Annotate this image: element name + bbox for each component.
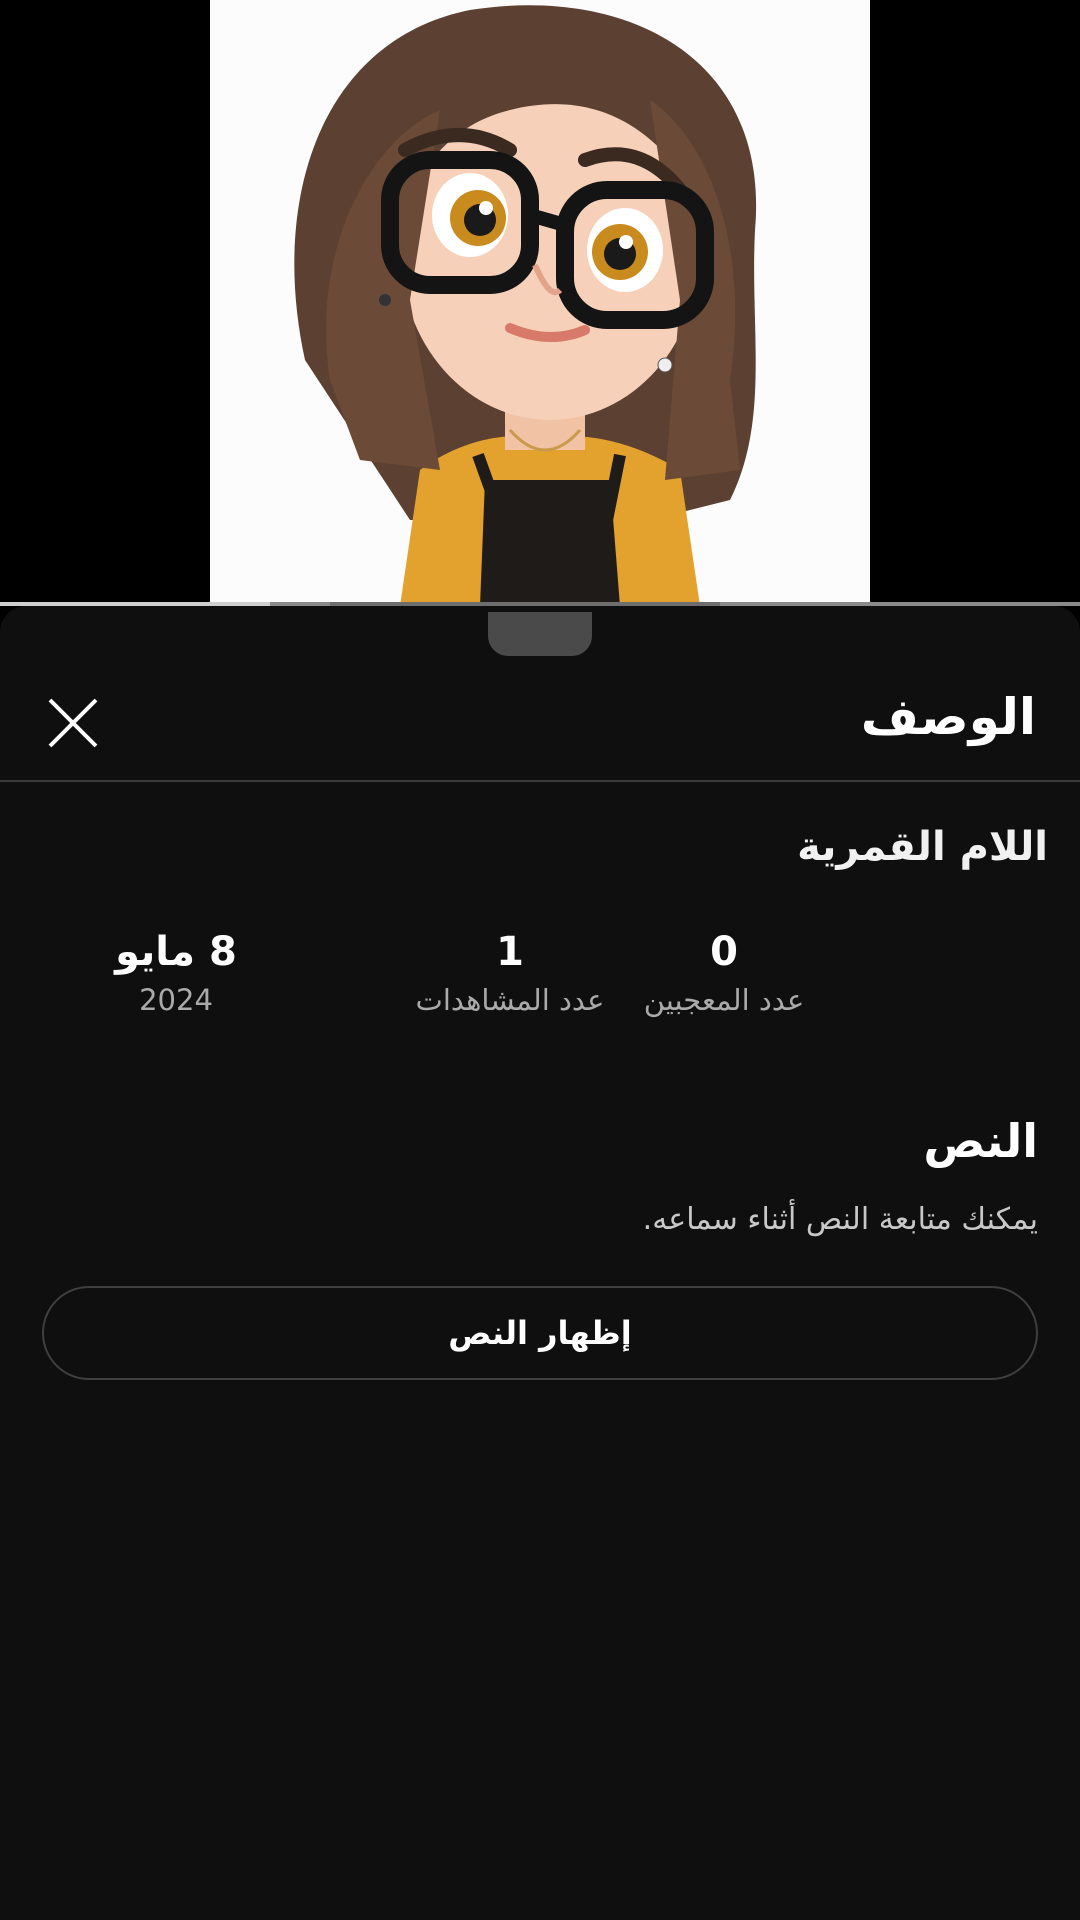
cartoon-girl-illustration bbox=[210, 0, 870, 606]
video-thumbnail[interactable] bbox=[210, 0, 870, 606]
sheet-header: الوصف bbox=[0, 666, 1080, 782]
video-title: اللام القمرية bbox=[797, 824, 1048, 870]
stats-row: 0 عدد المعجبين 1 عدد المشاهدات 8 مايو 20… bbox=[0, 928, 1080, 1038]
date-stat: 8 مايو 2024 bbox=[26, 928, 326, 1020]
views-stat: 1 عدد المشاهدات bbox=[360, 928, 660, 1020]
video-player[interactable] bbox=[0, 0, 1080, 606]
views-label: عدد المشاهدات bbox=[415, 983, 605, 1017]
publish-date: 8 مايو bbox=[115, 929, 237, 975]
drag-handle[interactable] bbox=[488, 612, 592, 656]
views-count: 1 bbox=[496, 929, 524, 975]
transcript-title: النص bbox=[923, 1114, 1038, 1168]
sheet-title: الوصف bbox=[860, 688, 1036, 746]
publish-year: 2024 bbox=[139, 983, 213, 1017]
transcript-description: يمكنك متابعة النص أثناء سماعه. bbox=[642, 1202, 1038, 1237]
close-icon bbox=[48, 698, 98, 748]
close-button[interactable] bbox=[44, 694, 102, 752]
description-sheet: الوصف اللام القمرية 0 عدد المعجبين 1 عدد… bbox=[0, 606, 1080, 1920]
show-transcript-button[interactable]: إظهار النص bbox=[42, 1286, 1038, 1380]
